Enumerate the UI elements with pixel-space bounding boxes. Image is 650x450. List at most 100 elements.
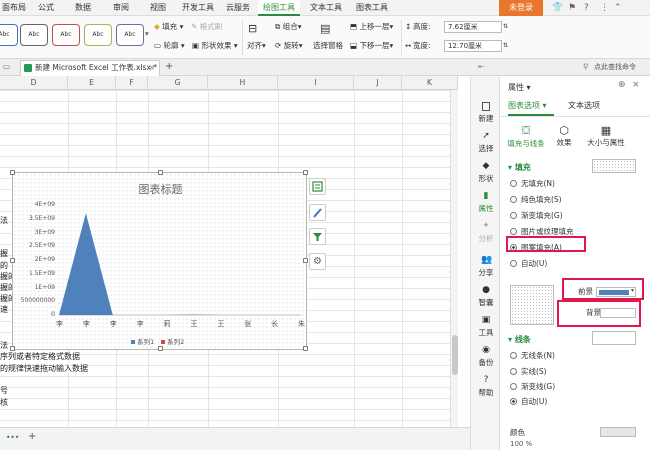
chart-style-button[interactable] <box>309 204 326 221</box>
fill-option-auto[interactable]: 自动(U) <box>510 258 547 270</box>
column-header-g[interactable]: G <box>148 76 208 90</box>
outline-button[interactable]: ▭ 轮廓 ▾ <box>154 40 185 52</box>
combine-button[interactable]: ⧉ 组合▾ <box>275 21 302 33</box>
format-brush-button[interactable]: ✎ 格式刷 <box>191 21 222 33</box>
resize-handle[interactable] <box>10 346 15 351</box>
area-series-1[interactable] <box>59 213 301 315</box>
column-header-d[interactable]: D <box>0 76 68 90</box>
shape-style-1[interactable]: Abc <box>0 24 18 46</box>
bring-forward-button[interactable]: ⬒ 上移一层▾ <box>350 21 393 33</box>
fill-section-header[interactable]: ▾ 填充 <box>508 162 531 173</box>
menu-formulas[interactable]: 公式 <box>38 0 58 16</box>
pin-icon[interactable]: ⊕ <box>618 80 626 90</box>
collapse-ribbon-icon[interactable]: ⌃ <box>614 0 622 16</box>
column-header-h[interactable]: H <box>208 76 278 90</box>
resize-handle[interactable] <box>303 170 308 175</box>
chart-elements-button[interactable] <box>309 178 326 195</box>
menu-page-layout[interactable]: 面布局 <box>2 0 32 16</box>
chart-filter-button[interactable] <box>309 228 326 245</box>
column-header-i[interactable]: I <box>278 76 354 90</box>
shape-style-5[interactable]: Abc <box>116 24 144 46</box>
width-stepper[interactable]: ⇅ <box>503 40 508 52</box>
resize-handle[interactable] <box>158 346 163 351</box>
fill-option-solid[interactable]: 纯色填充(S) <box>510 194 562 206</box>
resize-handle[interactable] <box>158 170 163 175</box>
legend-series-2[interactable]: 系列2 <box>161 336 184 346</box>
fill-option-none[interactable]: 无填充(N) <box>510 178 555 190</box>
rail-backup[interactable]: ◉ 备份 <box>471 346 501 368</box>
search-command-input[interactable]: 点此查找命令 <box>594 61 636 73</box>
styles-more-icon[interactable]: ▾ <box>145 28 149 40</box>
chart-object[interactable]: 图表标题 4E+09 3.5E+09 3E+09 2.5E+09 2E+09 1.5E+0… <box>10 170 308 351</box>
rail-new[interactable]: 新建 <box>471 102 501 124</box>
subtab-effects[interactable]: ⬡ 效果 <box>552 124 576 148</box>
legend-series-1[interactable]: 系列1 <box>131 336 154 346</box>
send-backward-button[interactable]: ⬓ 下移一层▾ <box>350 40 393 52</box>
sheet-nav-icon[interactable]: ••• <box>6 432 19 444</box>
scrollbar-thumb[interactable] <box>452 335 458 375</box>
tab-list-icon[interactable]: ▭ <box>3 61 10 73</box>
more-icon[interactable]: ⋮ <box>600 0 609 16</box>
add-sheet-button[interactable]: + <box>28 431 36 443</box>
fill-option-gradient[interactable]: 渐变填充(G) <box>510 210 563 222</box>
rail-wisdom[interactable]: ● 智囊 <box>471 286 501 308</box>
rail-analysis[interactable]: ✦ 分析 <box>471 222 501 244</box>
spreadsheet-grid[interactable]: D E F G H I J K 法 握 的 握的 握的 握的 速 法 序列或者特… <box>0 76 458 427</box>
vertical-scrollbar[interactable] <box>450 90 458 427</box>
new-tab-button[interactable]: + <box>165 61 173 73</box>
height-input[interactable]: 7.62厘米 <box>444 21 502 33</box>
column-header-j[interactable]: J <box>354 76 402 90</box>
shape-style-4[interactable]: Abc <box>84 24 112 46</box>
bell-icon[interactable]: ⚑ <box>568 0 576 16</box>
subtab-fill-line[interactable]: ⛋ 填充与线条 <box>504 124 548 149</box>
properties-pin-icon[interactable]: ⇤ <box>478 61 484 73</box>
line-option-solid[interactable]: 实线(S) <box>510 366 547 378</box>
line-option-gradient[interactable]: 渐变线(G) <box>510 381 555 393</box>
rail-properties[interactable]: ▮ 属性 <box>471 192 501 214</box>
line-section-header[interactable]: ▾ 线条 <box>508 334 531 345</box>
line-color-picker[interactable] <box>600 427 636 437</box>
question-icon[interactable]: ? <box>584 0 589 16</box>
resize-handle[interactable] <box>10 170 15 175</box>
rotate-button[interactable]: ⟳ 旋转▾ <box>275 40 302 52</box>
shape-style-2[interactable]: Abc <box>20 24 48 46</box>
chart-settings-button[interactable]: ⚙ <box>309 253 326 270</box>
skin-icon[interactable]: 👕 <box>552 0 563 16</box>
resize-handle[interactable] <box>303 258 308 263</box>
tab-text-options[interactable]: 文本选项 <box>568 99 600 113</box>
login-button[interactable]: 未登录 <box>499 0 543 16</box>
menu-text-tools[interactable]: 文本工具 <box>310 0 344 16</box>
column-header-e[interactable]: E <box>68 76 116 90</box>
selection-pane-button[interactable]: 选择窗格 <box>313 40 343 52</box>
column-header-k[interactable]: K <box>402 76 458 90</box>
zoom-level[interactable]: 100 % <box>510 438 532 450</box>
menu-chart-tools[interactable]: 图表工具 <box>356 0 390 16</box>
tab-chart-options[interactable]: 图表选项 ▾ <box>508 99 547 113</box>
panel-title[interactable]: 属性 ▾ <box>508 82 531 93</box>
shape-style-3[interactable]: Abc <box>52 24 80 46</box>
rail-select[interactable]: ➚ 选择 <box>471 132 501 154</box>
align-button[interactable]: 对齐▾ <box>247 40 266 52</box>
line-option-auto[interactable]: 自动(U) <box>510 396 547 408</box>
menu-developer[interactable]: 开发工具 <box>182 0 218 16</box>
rail-tools[interactable]: ▣ 工具 <box>471 316 501 338</box>
height-stepper[interactable]: ⇅ <box>503 21 508 33</box>
menu-view[interactable]: 视图 <box>150 0 170 16</box>
fill-button[interactable]: ◆ 填充 ▾ <box>154 21 183 33</box>
tab-document[interactable]: 新建 Microsoft Excel 工作表.xlsx * × <box>20 60 160 76</box>
rail-shape[interactable]: ◆ 形状 <box>471 162 501 184</box>
subtab-size-properties[interactable]: ▦ 大小与属性 <box>582 124 630 148</box>
shape-effect-button[interactable]: ▣ 形状效果 ▾ <box>192 40 238 52</box>
menu-cloud[interactable]: 云服务 <box>226 0 254 16</box>
rail-help[interactable]: ? 帮助 <box>471 376 501 398</box>
column-header-f[interactable]: F <box>116 76 148 90</box>
width-input[interactable]: 12.70厘米 <box>444 40 502 52</box>
resize-handle[interactable] <box>10 258 15 263</box>
line-option-none[interactable]: 无线条(N) <box>510 350 555 362</box>
menu-data[interactable]: 数据 <box>75 0 95 16</box>
resize-handle[interactable] <box>303 346 308 351</box>
menu-review[interactable]: 审阅 <box>113 0 133 16</box>
menu-drawing-tools[interactable]: 绘图工具 <box>258 0 300 16</box>
close-icon[interactable]: × <box>149 61 155 75</box>
rail-share[interactable]: 👥 分享 <box>471 256 501 278</box>
